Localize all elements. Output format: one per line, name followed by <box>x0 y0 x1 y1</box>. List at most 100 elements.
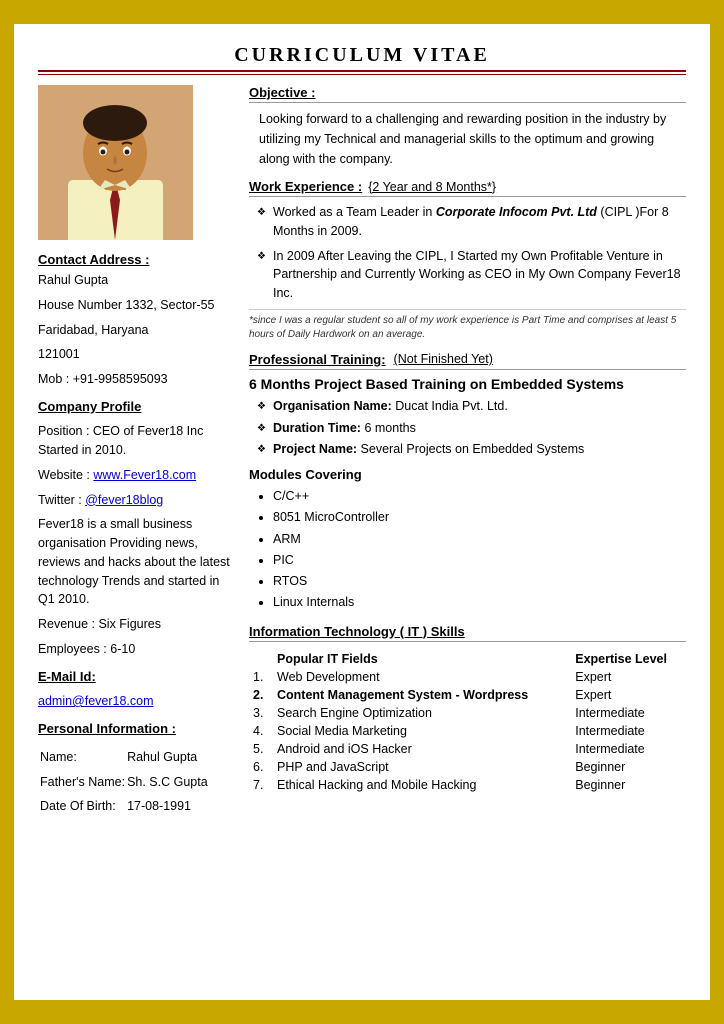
employees: Employees : 6-10 <box>38 640 233 659</box>
it-skill-row: 3.Search Engine OptimizationIntermediate <box>249 704 686 722</box>
modules-list: C/C++8051 MicroControllerARMPICRTOSLinux… <box>249 486 686 614</box>
skill-level: Intermediate <box>571 740 686 758</box>
email-line: admin@fever18.com <box>38 692 233 711</box>
skill-num: 1. <box>249 668 273 686</box>
prof-training-label: Professional Training: <box>249 352 386 367</box>
training-title: 6 Months Project Based Training on Embed… <box>249 376 686 392</box>
it-skill-row: 7.Ethical Hacking and Mobile HackingBegi… <box>249 776 686 794</box>
skill-level: Expert <box>571 668 686 686</box>
training-bullets: Organisation Name: Ducat India Pvt. Ltd.… <box>249 397 686 459</box>
it-skills-header: Information Technology ( IT ) Skills <box>249 624 686 642</box>
duration-val: 6 months <box>364 421 415 435</box>
module-item: Linux Internals <box>273 592 686 613</box>
skill-num: 4. <box>249 722 273 740</box>
module-item: RTOS <box>273 571 686 592</box>
org-val: Ducat India Pvt. Ltd. <box>395 399 508 413</box>
module-item: ARM <box>273 529 686 550</box>
project-val: Several Projects on Embedded Systems <box>361 442 585 456</box>
personal-info-label: Personal Information : <box>38 719 233 739</box>
skill-num: 3. <box>249 704 273 722</box>
training-org: Organisation Name: Ducat India Pvt. Ltd. <box>257 397 686 416</box>
skill-level: Intermediate <box>571 704 686 722</box>
skill-name: Search Engine Optimization <box>273 704 571 722</box>
skill-name: PHP and JavaScript <box>273 758 571 776</box>
prof-training-section: Professional Training: (Not Finished Yet… <box>249 352 686 614</box>
skill-level: Intermediate <box>571 722 686 740</box>
skill-num: 6. <box>249 758 273 776</box>
skill-level: Beginner <box>571 758 686 776</box>
contact-address1: House Number 1332, Sector-55 <box>38 296 233 315</box>
skill-name: Social Media Marketing <box>273 722 571 740</box>
dob-value: 17-08-1991 <box>127 795 208 818</box>
email-link[interactable]: admin@fever18.com <box>38 694 154 708</box>
father-value: Sh. S.C Gupta <box>127 771 208 794</box>
objective-section: Objective : Looking forward to a challen… <box>249 85 686 169</box>
photo-box <box>38 85 193 240</box>
skill-level: Beginner <box>571 776 686 794</box>
project-label: Project Name: <box>273 442 357 456</box>
objective-text: Looking forward to a challenging and rew… <box>259 109 686 169</box>
twitter-label: Twitter : <box>38 493 85 507</box>
org-label: Organisation Name: <box>273 399 392 413</box>
skill-num: 7. <box>249 776 273 794</box>
work-item1-pre: Worked as a Team Leader in <box>273 205 436 219</box>
contact-pincode: 121001 <box>38 345 233 364</box>
it-skill-row: 6.PHP and JavaScriptBeginner <box>249 758 686 776</box>
skill-num: 5. <box>249 740 273 758</box>
name-value: Rahul Gupta <box>127 746 208 769</box>
it-skills-section: Information Technology ( IT ) Skills Pop… <box>249 624 686 794</box>
contact-address2: Faridabad, Haryana <box>38 321 233 340</box>
father-label: Father's Name: <box>40 771 125 794</box>
module-item: PIC <box>273 550 686 571</box>
name-row: Name: Rahul Gupta <box>40 746 208 769</box>
objective-header: Objective : <box>249 85 686 103</box>
skill-name: Content Management System - Wordpress <box>273 686 571 704</box>
left-column: Contact Address : Rahul Gupta House Numb… <box>38 85 233 820</box>
modules-title: Modules Covering <box>249 467 686 482</box>
it-col-expertise: Expertise Level <box>571 650 686 668</box>
work-exp-duration: {2 Year and 8 Months*} <box>368 180 496 194</box>
skill-name: Web Development <box>273 668 571 686</box>
duration-label: Duration Time: <box>273 421 361 435</box>
right-column: Objective : Looking forward to a challen… <box>249 85 686 820</box>
page-title: CURRICULUM VITAE <box>38 44 686 67</box>
father-row: Father's Name: Sh. S.C Gupta <box>40 771 208 794</box>
email-label: E-Mail Id: <box>38 667 233 687</box>
it-col-fields: Popular IT Fields <box>273 650 571 668</box>
resume-page: CURRICULUM VITAE <box>12 22 712 1002</box>
module-item: 8051 MicroController <box>273 507 686 528</box>
website-link[interactable]: www.Fever18.com <box>93 468 196 482</box>
company-profile-label: Company Profile <box>38 397 233 417</box>
work-item-2: In 2009 After Leaving the CIPL, I Starte… <box>257 247 686 303</box>
prof-training-status: (Not Finished Yet) <box>394 352 493 366</box>
it-skill-row: 5.Android and iOS HackerIntermediate <box>249 740 686 758</box>
website-label: Website : <box>38 468 93 482</box>
work-item-1: Worked as a Team Leader in Corporate Inf… <box>257 203 686 241</box>
revenue: Revenue : Six Figures <box>38 615 233 634</box>
twitter-link[interactable]: @fever18blog <box>85 493 163 507</box>
work-exp-section: Work Experience : {2 Year and 8 Months*}… <box>249 179 686 342</box>
dob-row: Date Of Birth: 17-08-1991 <box>40 795 208 818</box>
it-skill-row: 4.Social Media MarketingIntermediate <box>249 722 686 740</box>
work-item1-italic: Corporate Infocom Pvt. Ltd <box>436 205 597 219</box>
it-table-header-row: Popular IT Fields Expertise Level <box>249 650 686 668</box>
name-label: Name: <box>40 746 125 769</box>
skill-level: Expert <box>571 686 686 704</box>
it-skills-tbody: 1.Web DevelopmentExpert2.Content Managem… <box>249 668 686 794</box>
it-skill-row: 1.Web DevelopmentExpert <box>249 668 686 686</box>
main-layout: Contact Address : Rahul Gupta House Numb… <box>38 85 686 820</box>
work-exp-header: Work Experience : {2 Year and 8 Months*} <box>249 179 686 197</box>
personal-info-table: Name: Rahul Gupta Father's Name: Sh. S.C… <box>38 744 210 820</box>
website-line: Website : www.Fever18.com <box>38 466 233 485</box>
module-item: C/C++ <box>273 486 686 507</box>
company-position: Position : CEO of Fever18 Inc Started in… <box>38 422 233 460</box>
it-col-num <box>249 650 273 668</box>
prof-training-header: Professional Training: (Not Finished Yet… <box>249 352 686 370</box>
contact-name: Rahul Gupta <box>38 271 233 290</box>
training-project: Project Name: Several Projects on Embedd… <box>257 440 686 459</box>
title-section: CURRICULUM VITAE <box>38 44 686 75</box>
skill-name: Ethical Hacking and Mobile Hacking <box>273 776 571 794</box>
contact-address-label: Contact Address : <box>38 252 233 267</box>
it-skills-table: Popular IT Fields Expertise Level 1.Web … <box>249 650 686 794</box>
dob-label: Date Of Birth: <box>40 795 125 818</box>
